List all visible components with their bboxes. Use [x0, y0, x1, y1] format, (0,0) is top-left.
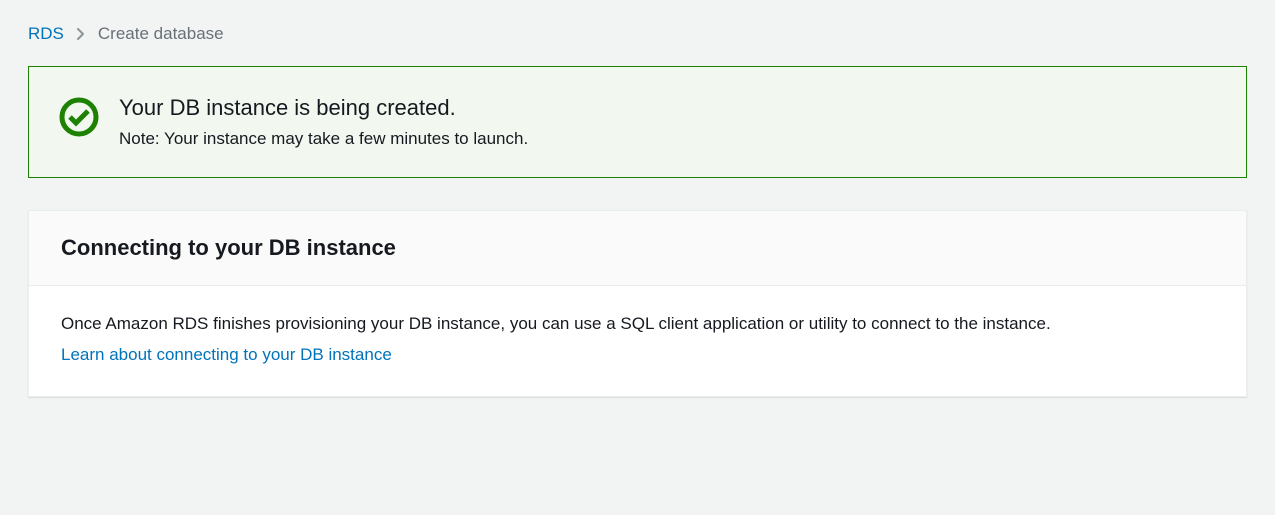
panel-body: Once Amazon RDS finishes provisioning yo…	[29, 286, 1246, 396]
learn-connecting-link[interactable]: Learn about connecting to your DB instan…	[61, 341, 392, 368]
panel-title: Connecting to your DB instance	[61, 235, 1214, 261]
chevron-right-icon	[76, 27, 86, 41]
alert-note: Note: Your instance may take a few minut…	[119, 129, 1218, 149]
success-alert: Your DB instance is being created. Note:…	[28, 66, 1247, 178]
breadcrumb: RDS Create database	[0, 0, 1275, 56]
connecting-panel: Connecting to your DB instance Once Amaz…	[28, 210, 1247, 397]
alert-title: Your DB instance is being created.	[119, 95, 1218, 121]
breadcrumb-link-rds[interactable]: RDS	[28, 24, 64, 44]
check-circle-icon	[59, 97, 99, 142]
panel-header: Connecting to your DB instance	[29, 211, 1246, 286]
breadcrumb-current: Create database	[98, 24, 224, 44]
panel-description: Once Amazon RDS finishes provisioning yo…	[61, 310, 1214, 337]
